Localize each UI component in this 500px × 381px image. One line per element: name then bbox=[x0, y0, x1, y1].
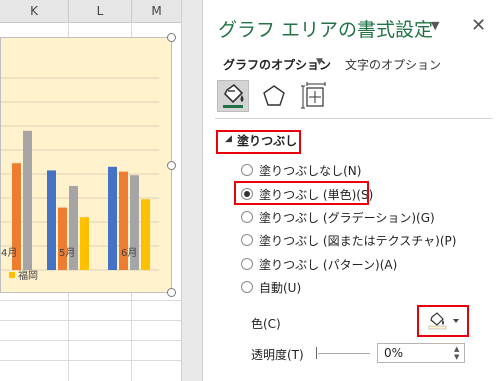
fill-option-label: 塗りつぶしなし(N) bbox=[259, 164, 362, 178]
radio-button[interactable] bbox=[241, 281, 253, 293]
pane-splitter[interactable] bbox=[181, 0, 203, 381]
transparency-label: 透明度(T) bbox=[251, 348, 304, 362]
title-dropdown-icon[interactable]: ▼ bbox=[431, 19, 439, 32]
column-header-l[interactable]: L bbox=[69, 0, 132, 22]
format-chart-area-pane: グラフ エリアの書式設定 ▼ ✕ グラフのオプション ▼ 文字のオプション ◢ … bbox=[203, 0, 500, 381]
radio-button[interactable] bbox=[241, 211, 253, 223]
chevron-down-icon[interactable]: ▼ bbox=[316, 57, 323, 67]
tab-graph-options[interactable]: グラフのオプション bbox=[223, 56, 331, 73]
legend-swatch bbox=[9, 272, 15, 278]
section-fill-header[interactable]: 塗りつぶし bbox=[237, 132, 297, 149]
fill-option-label: 塗りつぶし (グラデーション)(G) bbox=[259, 211, 435, 225]
pane-title: グラフ エリアの書式設定 bbox=[218, 19, 434, 41]
gridline bbox=[0, 340, 181, 341]
chart-canvas: 4月 5月 6月福岡 bbox=[1, 77, 159, 282]
radio-button[interactable] bbox=[241, 234, 253, 246]
divider bbox=[215, 118, 493, 119]
chart-bar bbox=[47, 170, 56, 270]
chart-category-label: 5月 bbox=[59, 247, 75, 259]
tab-text-options[interactable]: 文字のオプション bbox=[345, 56, 441, 73]
chart-area[interactable]: 4月 5月 6月福岡 bbox=[0, 37, 172, 293]
column-header-m[interactable]: M bbox=[132, 0, 181, 22]
gridline bbox=[0, 300, 181, 301]
column-header-k[interactable]: K bbox=[0, 0, 69, 22]
column-label-m: M bbox=[151, 4, 162, 18]
chart-category-label: 4月 bbox=[1, 247, 17, 259]
fill-color-picker-button[interactable] bbox=[426, 311, 464, 331]
transparency-slider-thumb[interactable] bbox=[316, 347, 317, 359]
chart-bar bbox=[58, 207, 67, 270]
chart-bar bbox=[108, 166, 117, 270]
chart-bar bbox=[23, 130, 32, 270]
transparency-spinbox[interactable]: 0% ▲ ▼ bbox=[377, 343, 465, 363]
transparency-value: 0% bbox=[384, 346, 404, 360]
resize-handle-bottom-right[interactable] bbox=[167, 288, 176, 297]
spin-up-icon[interactable]: ▲ bbox=[454, 345, 459, 353]
close-icon[interactable]: ✕ bbox=[471, 15, 486, 36]
column-header-bar: K L M bbox=[0, 0, 181, 23]
legend-label: 福岡 bbox=[18, 269, 38, 282]
gridline bbox=[0, 360, 181, 361]
spin-down-icon[interactable]: ▼ bbox=[454, 353, 459, 361]
radio-button[interactable] bbox=[241, 258, 253, 270]
fill-line-icon[interactable] bbox=[217, 80, 249, 112]
radio-button[interactable] bbox=[241, 164, 253, 176]
effects-pentagon-icon[interactable] bbox=[259, 80, 291, 112]
chart-category-label: 6月 bbox=[121, 247, 137, 259]
fill-option-label: 塗りつぶし (図またはテクスチャ)(P) bbox=[259, 234, 457, 248]
column-label-l: L bbox=[96, 4, 104, 18]
collapse-triangle-icon[interactable]: ◢ bbox=[225, 134, 232, 144]
resize-handle-right[interactable] bbox=[167, 161, 176, 170]
resize-handle-top-right[interactable] bbox=[167, 33, 176, 42]
fill-option-label: 自動(U) bbox=[259, 281, 302, 295]
chart-bar bbox=[141, 199, 150, 270]
spreadsheet-area: K L M 4月 5月 6月福岡 bbox=[0, 0, 181, 381]
chart-bar bbox=[80, 217, 89, 270]
column-label-k: K bbox=[30, 4, 38, 18]
fill-option-label: 塗りつぶし (パターン)(A) bbox=[259, 258, 398, 272]
size-properties-icon[interactable] bbox=[299, 80, 331, 112]
highlight-box-solid-fill bbox=[234, 181, 369, 205]
color-label: 色(C) bbox=[251, 317, 281, 331]
transparency-slider[interactable] bbox=[318, 353, 370, 354]
gridline bbox=[0, 320, 181, 321]
